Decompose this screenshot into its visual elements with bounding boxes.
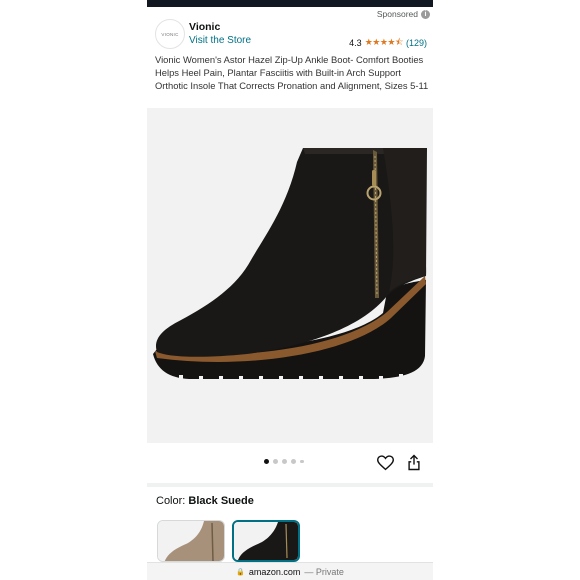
page-dot-3[interactable] (282, 459, 287, 464)
brand-logo-text: VIONIC (161, 31, 179, 37)
rating-count[interactable]: (129) (406, 38, 427, 48)
pagination-dots[interactable] (264, 459, 304, 464)
heart-icon[interactable] (377, 455, 394, 471)
page-dot-4[interactable] (291, 459, 296, 464)
image-pager (147, 443, 433, 483)
info-icon[interactable]: i (421, 9, 430, 19)
visit-store-link[interactable]: Visit the Store (189, 35, 251, 46)
page-dot-2[interactable] (273, 459, 278, 464)
swatch-black-suede[interactable] (232, 520, 300, 562)
status-bar (147, 0, 433, 7)
black-boot-thumbnail (234, 522, 298, 560)
url-domain: amazon.com (248, 566, 301, 577)
swatch-taupe[interactable] (157, 520, 225, 562)
share-icon[interactable] (407, 454, 421, 471)
star-rating-icon: ★★★★⯪ (364, 37, 404, 47)
page-dot-5[interactable] (300, 459, 304, 464)
lock-icon: 🔒 (236, 568, 245, 576)
color-value: Black Suede (188, 495, 254, 507)
product-image[interactable] (147, 108, 433, 443)
private-mode-label: — Private (304, 566, 344, 577)
browser-url-bar[interactable]: 🔒 amazon.com — Private (147, 562, 433, 580)
sponsored-label[interactable]: Sponsored i (377, 9, 430, 19)
section-divider (147, 483, 433, 487)
color-label: Color: (156, 495, 189, 507)
brand-name[interactable]: Vionic (189, 21, 220, 33)
taupe-boot-thumbnail (158, 521, 224, 561)
product-title[interactable]: Vionic Women's Astor Hazel Zip-Up Ankle … (155, 53, 431, 92)
sponsored-text: Sponsored (376, 9, 418, 19)
boot-image (153, 148, 427, 380)
rating-summary[interactable]: 4.3 ★★★★⯪ (129) (349, 35, 427, 51)
phone-screen: Sponsored i VIONIC Vionic Visit the Stor… (147, 0, 433, 580)
brand-logo[interactable]: VIONIC (155, 19, 185, 49)
page-dot-1[interactable] (264, 459, 269, 464)
rating-value: 4.3 (349, 38, 362, 48)
color-selection: Color: Black Suede (156, 495, 254, 507)
